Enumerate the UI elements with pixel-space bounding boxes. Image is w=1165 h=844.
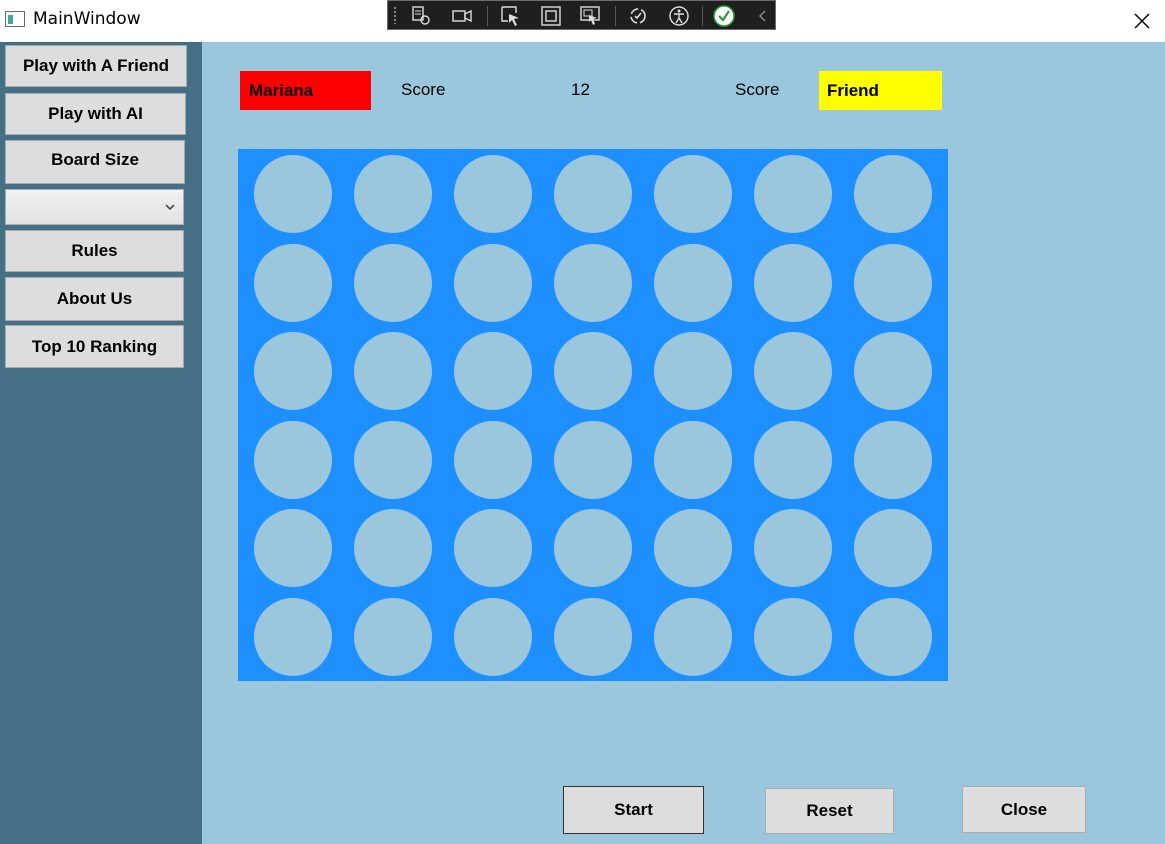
toolbar-grip[interactable] (393, 6, 397, 24)
board-cell[interactable] (454, 420, 532, 499)
center-score-value: 12 (571, 80, 590, 99)
track-focus-icon[interactable] (579, 5, 601, 27)
board-cell[interactable] (654, 155, 732, 233)
board-cell[interactable] (254, 332, 332, 411)
board-cell[interactable] (754, 509, 832, 588)
board-cell[interactable] (354, 332, 432, 411)
board-cell[interactable] (754, 155, 832, 233)
board-size-button[interactable]: Board Size (5, 140, 185, 184)
board-cell[interactable] (654, 509, 732, 588)
select-element-icon[interactable] (500, 5, 522, 27)
close-window-icon[interactable] (1127, 6, 1157, 36)
board-cell[interactable] (554, 420, 632, 499)
chevron-down-icon (165, 204, 175, 210)
close-button[interactable]: Close (962, 786, 1086, 833)
start-button[interactable]: Start (563, 786, 704, 834)
board-cell[interactable] (554, 243, 632, 322)
reset-button[interactable]: Reset (765, 788, 894, 834)
display-layout-adorners-icon[interactable] (540, 5, 562, 27)
board-cell[interactable] (854, 420, 932, 499)
board-cell[interactable] (454, 332, 532, 411)
board-cell[interactable] (854, 155, 932, 233)
top-10-ranking-button[interactable]: Top 10 Ranking (5, 325, 184, 368)
player1-score-label: Score (401, 80, 446, 99)
live-visual-tree-icon[interactable] (410, 5, 432, 27)
board-size-select[interactable] (5, 189, 184, 225)
board-cell[interactable] (454, 155, 532, 233)
board-cell[interactable] (554, 598, 632, 676)
player1-name: Mariana (240, 71, 371, 110)
accessibility-icon[interactable] (668, 5, 690, 27)
board-cell[interactable] (354, 420, 432, 499)
board-cell[interactable] (754, 332, 832, 411)
board-cell[interactable] (454, 243, 532, 322)
board-cell[interactable] (454, 509, 532, 588)
board-cell[interactable] (854, 509, 932, 588)
board-cell[interactable] (554, 332, 632, 411)
record-icon[interactable] (451, 5, 473, 27)
xaml-debug-toolbar (387, 0, 776, 30)
board-cell[interactable] (754, 420, 832, 499)
player2-name: Friend (819, 71, 942, 110)
board-cell[interactable] (354, 243, 432, 322)
board-cell[interactable] (654, 332, 732, 411)
app-icon (5, 11, 25, 27)
board-cell[interactable] (454, 598, 532, 676)
board-cell[interactable] (354, 509, 432, 588)
board-cell[interactable] (754, 598, 832, 676)
play-with-ai-button[interactable]: Play with AI (5, 93, 186, 135)
board-cell[interactable] (654, 598, 732, 676)
board-cell[interactable] (854, 332, 932, 411)
board-cell[interactable] (354, 598, 432, 676)
board-cell[interactable] (254, 155, 332, 233)
board-cell[interactable] (254, 243, 332, 322)
board-cell[interactable] (554, 155, 632, 233)
board-cell[interactable] (354, 155, 432, 233)
board-cell[interactable] (654, 420, 732, 499)
hot-reload-icon[interactable] (627, 5, 649, 27)
play-with-friend-button[interactable]: Play with A Friend (5, 45, 187, 87)
binding-check-icon[interactable] (713, 5, 735, 27)
board-cell[interactable] (254, 420, 332, 499)
board-cell[interactable] (654, 243, 732, 322)
collapse-icon[interactable] (752, 5, 774, 27)
board-cell[interactable] (254, 598, 332, 676)
board-cell[interactable] (854, 598, 932, 676)
board-cell[interactable] (554, 509, 632, 588)
window-title: MainWindow (33, 9, 141, 29)
board-cell[interactable] (254, 509, 332, 588)
rules-button[interactable]: Rules (5, 230, 184, 272)
about-us-button[interactable]: About Us (5, 277, 184, 321)
game-board[interactable] (238, 149, 948, 681)
player2-score-label: Score (735, 80, 780, 99)
board-cell[interactable] (854, 243, 932, 322)
board-cell[interactable] (754, 243, 832, 322)
